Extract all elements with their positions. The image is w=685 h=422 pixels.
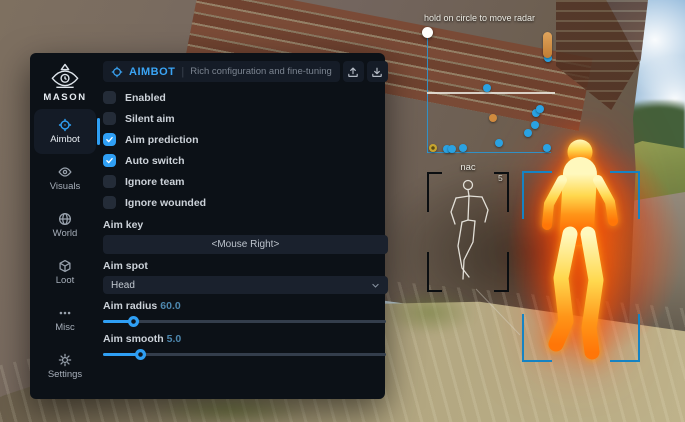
brand-name: MASON xyxy=(43,92,86,103)
bracket-corner xyxy=(494,252,509,292)
aimbot-panel: AIMBOT | Rich configuration and fine-tun… xyxy=(100,53,396,399)
aim-spot-select[interactable]: Head xyxy=(103,276,388,294)
toggle-row-aim-prediction[interactable]: Aim prediction xyxy=(103,129,388,150)
title-divider: | xyxy=(181,66,184,78)
bracket-corner xyxy=(610,314,640,362)
aim-smooth-label: Aim smooth5.0 xyxy=(103,333,388,345)
toggle-label: Ignore team xyxy=(125,176,185,188)
sidebar-item-world[interactable]: World xyxy=(34,203,96,248)
slider-thumb[interactable] xyxy=(135,349,146,360)
sidebar-item-label: Misc xyxy=(55,322,75,333)
panel-header: AIMBOT | Rich configuration and fine-tun… xyxy=(103,61,388,82)
radar-entity-dot xyxy=(524,129,532,137)
panel-title: AIMBOT xyxy=(129,66,175,78)
checkbox[interactable] xyxy=(103,133,116,146)
checkbox[interactable] xyxy=(103,91,116,104)
radar-entity-bar xyxy=(543,32,552,58)
crosshair-icon xyxy=(111,66,123,78)
crosshair-icon xyxy=(58,118,72,132)
aim-radius-label: Aim radius60.0 xyxy=(103,300,388,312)
sidebar-item-visuals[interactable]: Visuals xyxy=(34,156,96,201)
toggle-label: Auto switch xyxy=(125,155,185,167)
radar-axis-line xyxy=(427,92,555,94)
aim-key-label: Aim key xyxy=(103,219,388,231)
chevron-down-icon xyxy=(371,281,380,290)
slider-list: Aim radius60.0 Aim smooth5.0 xyxy=(103,294,388,361)
radar xyxy=(424,28,554,155)
panel-subtitle: Rich configuration and fine-tuning xyxy=(190,66,332,77)
aim-spot-value: Head xyxy=(111,280,135,291)
toggle-label: Enabled xyxy=(125,92,166,104)
moss-patch xyxy=(150,395,310,422)
sidebar-item-label: Aimbot xyxy=(50,134,80,145)
radar-entity-dot xyxy=(531,121,539,129)
checkbox[interactable] xyxy=(103,175,116,188)
sidebar-nav: Aimbot Visuals World Loot Misc Settings xyxy=(34,109,96,391)
esp-distance: 5 xyxy=(498,173,503,183)
toggle-label: Ignore wounded xyxy=(125,197,206,209)
aim-smooth-slider[interactable] xyxy=(103,349,388,360)
sidebar-item-label: Loot xyxy=(56,275,75,286)
sidebar-item-settings[interactable]: Settings xyxy=(34,344,96,389)
radar-entity-dot xyxy=(483,84,491,92)
sidebar-item-label: World xyxy=(53,228,78,239)
toggle-row-ignore-team[interactable]: Ignore team xyxy=(103,171,388,192)
aim-spot-label: Aim spot xyxy=(103,260,388,272)
sidebar: MASON Aimbot Visuals World Loot Misc Settings xyxy=(30,53,100,399)
sidebar-item-label: Settings xyxy=(48,369,82,380)
aim-radius-slider[interactable] xyxy=(103,316,388,327)
skeleton-bracket xyxy=(427,172,509,292)
aim-key-button[interactable]: <Mouse Right> xyxy=(103,235,388,254)
checkbox[interactable] xyxy=(103,196,116,209)
bracket-corner xyxy=(610,171,640,219)
bracket-corner xyxy=(427,252,442,292)
sidebar-item-loot[interactable]: Loot xyxy=(34,250,96,295)
toggle-label: Aim prediction xyxy=(125,134,199,146)
ellipsis-icon xyxy=(58,306,72,320)
radar-entity-dot xyxy=(495,139,503,147)
checkbox[interactable] xyxy=(103,112,116,125)
sidebar-item-misc[interactable]: Misc xyxy=(34,297,96,342)
slider-thumb[interactable] xyxy=(128,316,139,327)
globe-icon xyxy=(58,212,72,226)
target-bracket xyxy=(522,171,640,362)
bracket-corner xyxy=(427,172,442,212)
radar-tooltip: hold on circle to move radar xyxy=(424,13,535,23)
bracket-corner xyxy=(522,171,552,219)
checkbox[interactable] xyxy=(103,154,116,167)
radar-entity-dot xyxy=(429,144,437,152)
radar-entity-dot xyxy=(543,144,551,152)
import-config-button[interactable] xyxy=(367,61,388,82)
upload-icon xyxy=(347,66,359,78)
export-config-button[interactable] xyxy=(343,61,364,82)
sidebar-item-aimbot[interactable]: Aimbot xyxy=(34,109,96,154)
mason-logo-icon xyxy=(50,63,80,89)
panel-title-bar: AIMBOT | Rich configuration and fine-tun… xyxy=(103,61,340,82)
radar-entity-dot xyxy=(459,144,467,152)
cube-icon xyxy=(58,259,72,273)
aim-smooth-value: 5.0 xyxy=(167,333,182,345)
toggle-list: Enabled Silent aim Aim prediction Auto swit… xyxy=(103,87,388,213)
gear-icon xyxy=(58,353,72,367)
toggle-row-ignore-wounded[interactable]: Ignore wounded xyxy=(103,192,388,213)
bracket-corner xyxy=(522,314,552,362)
toggle-row-enabled[interactable]: Enabled xyxy=(103,87,388,108)
cheat-menu: MASON Aimbot Visuals World Loot Misc Settings… xyxy=(30,53,385,399)
toggle-label: Silent aim xyxy=(125,113,175,125)
radar-move-handle[interactable] xyxy=(422,27,433,38)
eye-icon xyxy=(58,165,72,179)
radar-entity-dot xyxy=(489,114,497,122)
aim-radius-value: 60.0 xyxy=(160,300,180,312)
slider-track[interactable] xyxy=(103,320,386,323)
sidebar-item-label: Visuals xyxy=(50,181,80,192)
radar-entity-dot xyxy=(536,105,544,113)
toggle-row-silent-aim[interactable]: Silent aim xyxy=(103,108,388,129)
radar-entity-dot xyxy=(448,145,456,153)
game-screen: nac 5 hold on circle to move radar xyxy=(0,0,685,422)
download-icon xyxy=(371,66,383,78)
moss-patch xyxy=(385,290,475,335)
toggle-row-auto-switch[interactable]: Auto switch xyxy=(103,150,388,171)
